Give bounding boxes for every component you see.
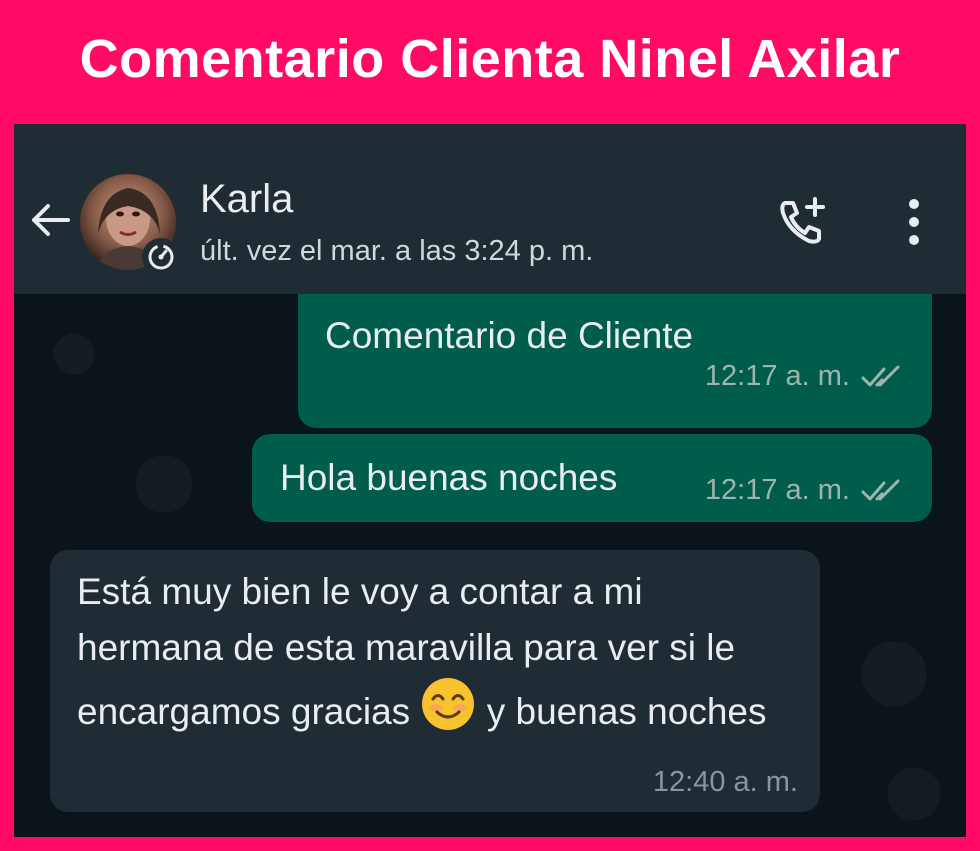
more-options-button[interactable] xyxy=(894,194,934,250)
add-call-button[interactable] xyxy=(774,194,830,250)
message-text: Hola buenas noches xyxy=(280,457,618,498)
message-meta: 12:17 a. m. xyxy=(705,360,904,393)
message-time: 12:17 a. m. xyxy=(704,474,850,506)
read-receipt-icon xyxy=(861,479,900,500)
last-seen-status: últ. vez el mar. a las 3:24 p. m. xyxy=(200,235,594,267)
message-meta: 12:17 a. m. xyxy=(705,474,904,507)
smiling-face-emoji-icon xyxy=(422,678,475,730)
contact-name[interactable]: Karla xyxy=(200,176,293,222)
chat-header: Karla últ. vez el mar. a las 3:24 p. m. xyxy=(14,124,966,294)
read-receipt-icon xyxy=(861,365,900,386)
message-list[interactable]: Comentario de Cliente 12:17 a. m. Hola b… xyxy=(14,294,966,837)
title-banner: Comentario Clienta Ninel Axilar xyxy=(0,0,980,118)
back-arrow-icon xyxy=(32,204,70,236)
incoming-message[interactable]: Está muy bien le voy a contar a mi herma… xyxy=(50,550,820,812)
message-time: 12:17 a. m. xyxy=(704,360,850,392)
message-time: 12:40 a. m. xyxy=(652,766,798,798)
outgoing-message[interactable]: Hola buenas noches 12:17 a. m. xyxy=(252,434,932,522)
message-meta: 12:40 a. m. xyxy=(653,766,798,799)
outgoing-message[interactable]: Comentario de Cliente 12:17 a. m. xyxy=(298,294,932,428)
back-button[interactable] xyxy=(26,196,74,244)
chat-screen: Karla últ. vez el mar. a las 3:24 p. m. … xyxy=(14,124,966,837)
disappearing-timer-icon xyxy=(142,238,180,276)
message-text: Comentario de Cliente xyxy=(325,315,694,356)
add-call-icon xyxy=(780,197,825,244)
more-options-icon xyxy=(909,199,919,245)
message-text: Está muy bien le voy a contar a mi herma… xyxy=(77,564,797,740)
banner-title: Comentario Clienta Ninel Axilar xyxy=(79,29,901,89)
contact-avatar[interactable] xyxy=(80,174,180,276)
message-text-part: y buenas noches xyxy=(476,691,767,732)
